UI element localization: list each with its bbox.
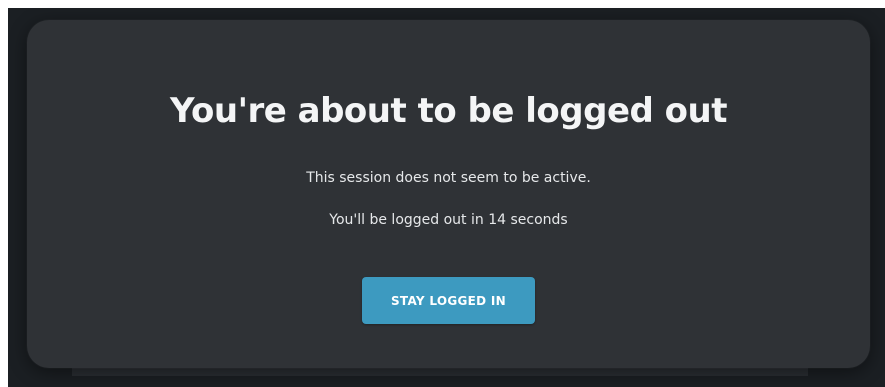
session-timeout-modal: You're about to be logged out This sessi… (27, 20, 870, 368)
logout-countdown-message: You'll be logged out in 14 seconds (27, 210, 870, 230)
countdown-suffix: seconds (506, 212, 568, 228)
modal-title: You're about to be logged out (170, 91, 728, 131)
countdown-seconds: 14 (488, 212, 507, 228)
inactive-session-message: This session does not seem to be active. (306, 170, 591, 186)
stay-logged-in-button[interactable]: STAY LOGGED IN (362, 277, 535, 324)
countdown-prefix: You'll be logged out in (329, 212, 489, 228)
